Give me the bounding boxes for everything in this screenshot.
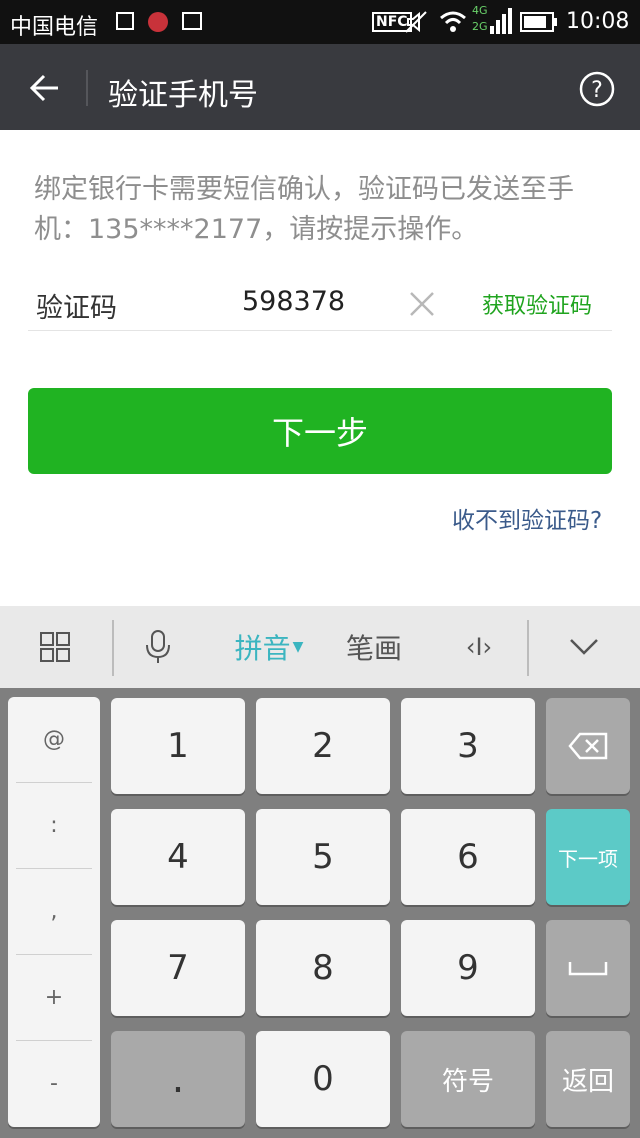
keyboard-menu-icon[interactable] <box>22 606 88 688</box>
clock: 10:08 <box>566 9 630 34</box>
symbol-key-at[interactable]: @ <box>8 697 100 782</box>
next-step-button[interactable]: 下一步 <box>28 388 612 474</box>
collapse-keyboard-icon[interactable] <box>548 606 620 688</box>
space-icon <box>568 962 608 976</box>
clear-icon[interactable] <box>408 290 436 318</box>
key-5[interactable]: 5 <box>256 809 390 905</box>
backspace-key[interactable] <box>546 698 630 794</box>
back-arrow-icon[interactable] <box>28 72 60 104</box>
key-2[interactable]: 2 <box>256 698 390 794</box>
key-0[interactable]: 0 <box>256 1031 390 1127</box>
key-6[interactable]: 6 <box>401 809 535 905</box>
help-icon[interactable]: ? <box>578 70 616 108</box>
symbol-key-colon[interactable]: : <box>8 783 100 868</box>
gallery-notification-icon <box>116 12 134 30</box>
key-9[interactable]: 9 <box>401 920 535 1016</box>
key-1[interactable]: 1 <box>111 698 245 794</box>
symbol-key-comma[interactable]: , <box>8 869 100 954</box>
symbol-key-plus[interactable]: + <box>8 955 100 1040</box>
cursor-move-icon[interactable]: ‹I› <box>446 606 512 688</box>
keyboard-toolbar: 拼音 ▼ 笔画 ‹I› <box>0 606 640 688</box>
network-2g-label: 2G <box>472 20 488 33</box>
backspace-icon <box>568 732 608 760</box>
toolbar-divider-right <box>527 620 529 676</box>
dot-key[interactable]: . <box>111 1031 245 1127</box>
key-3[interactable]: 3 <box>401 698 535 794</box>
key-7[interactable]: 7 <box>111 920 245 1016</box>
code-input[interactable]: 598378 <box>242 286 345 317</box>
network-4g-label: 4G <box>472 4 488 17</box>
sms-hint-text: 绑定银行卡需要短信确认，验证码已发送至手机：135****2177，请按提示操作… <box>34 174 574 245</box>
space-key[interactable] <box>546 920 630 1016</box>
stroke-mode-button[interactable]: 笔画 <box>336 606 412 688</box>
code-label: 验证码 <box>36 293 117 324</box>
pinyin-mode-button[interactable]: 拼音 ▼ <box>224 606 314 688</box>
pinyin-label: 拼音 <box>234 632 291 665</box>
message-notification-icon <box>182 12 202 30</box>
signal-icon <box>490 8 512 34</box>
status-bar: 中国电信 NFC 4G 2G 10:08 <box>0 0 640 44</box>
dropdown-caret-icon: ▼ <box>292 639 304 655</box>
key-4[interactable]: 4 <box>111 809 245 905</box>
carrier-label: 中国电信 <box>10 15 99 40</box>
key-8[interactable]: 8 <box>256 920 390 1016</box>
symbol-key-minus[interactable]: - <box>8 1041 100 1126</box>
toolbar-divider <box>112 620 114 676</box>
get-code-button[interactable]: 获取验证码 <box>482 288 592 320</box>
huawei-notification-icon <box>148 12 168 32</box>
wifi-icon <box>440 11 466 32</box>
no-code-link[interactable]: 收不到验证码? <box>452 501 602 535</box>
next-item-key[interactable]: 下一项 <box>546 809 630 905</box>
battery-icon <box>520 12 557 32</box>
code-row-divider <box>28 330 612 331</box>
title-bar: 验证手机号 ? <box>0 44 640 130</box>
page-title: 验证手机号 <box>108 78 258 113</box>
mute-icon <box>405 11 427 33</box>
microphone-icon[interactable] <box>126 606 190 688</box>
title-divider <box>86 70 88 106</box>
symbols-key[interactable]: 符号 <box>401 1031 535 1127</box>
svg-text:?: ? <box>591 78 603 103</box>
return-key[interactable]: 返回 <box>546 1031 630 1127</box>
